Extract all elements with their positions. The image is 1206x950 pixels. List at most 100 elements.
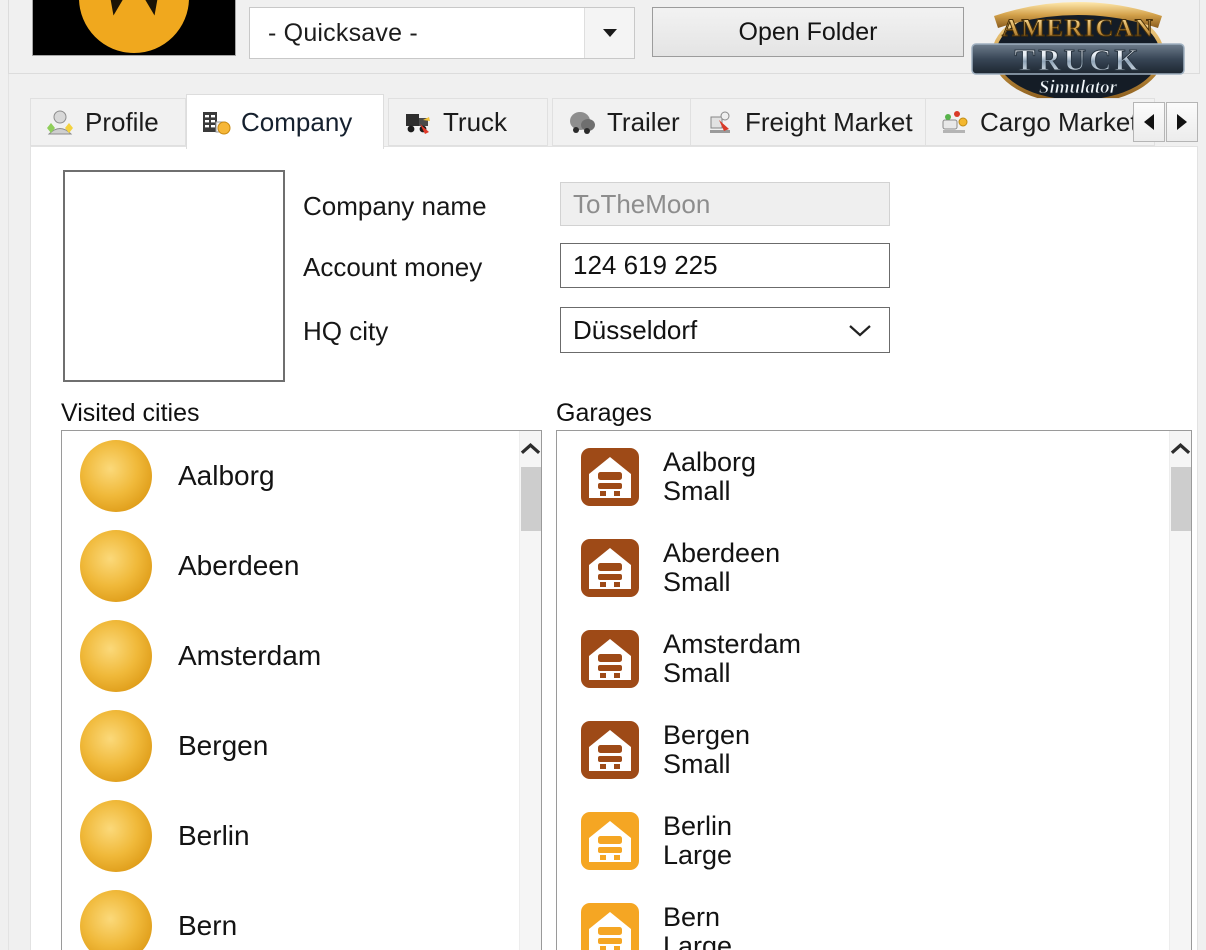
tab-company[interactable]: Company — [186, 94, 384, 149]
visited-cities-title: Visited cities — [61, 399, 200, 428]
list-item[interactable]: Berlin Large — [557, 795, 1169, 886]
tab-profile[interactable]: Profile — [30, 98, 186, 146]
tab-cargo-market-label: Cargo Market — [980, 107, 1138, 138]
scroll-up-button[interactable] — [1170, 431, 1191, 465]
tab-scroll-prev-button[interactable] — [1133, 102, 1165, 142]
company-name-field[interactable]: ToTheMoon — [560, 182, 890, 226]
city-name: Aberdeen — [178, 550, 299, 582]
hq-city-label: HQ city — [303, 316, 388, 347]
garage-size: Large — [663, 932, 732, 950]
chevron-down-icon — [603, 29, 617, 37]
logo-emblem-icon — [97, 0, 171, 17]
hq-city-value: Düsseldorf — [561, 315, 847, 346]
garage-size: Small — [663, 568, 780, 597]
window-left-edge — [0, 0, 9, 950]
list-item[interactable]: Amsterdam — [62, 611, 519, 701]
chevron-up-icon — [1170, 442, 1191, 455]
company-tab-panel: Company name ToTheMoon Account money 124… — [30, 146, 1198, 950]
savegame-select-value: - Quicksave - — [250, 19, 584, 48]
garage-large-icon — [579, 901, 641, 950]
tab-truck-label: Truck — [443, 107, 507, 138]
city-marker-icon — [80, 890, 152, 950]
tab-profile-label: Profile — [85, 107, 159, 138]
arrow-left-icon — [1144, 114, 1154, 130]
list-item[interactable]: Bern — [62, 881, 519, 950]
company-name-value: ToTheMoon — [561, 189, 710, 220]
garages-list: Aalborg Small Aberdeen — [557, 431, 1169, 950]
garages-listbox[interactable]: Aalborg Small Aberdeen — [556, 430, 1192, 950]
account-money-field[interactable]: 124 619 225 — [560, 243, 890, 288]
application-window: - Quicksave - Open Folder AMERICAN TRUC — [0, 0, 1206, 950]
scrollbar-thumb[interactable] — [521, 467, 541, 531]
freight-market-icon — [705, 108, 735, 136]
visited-cities-scrollbar[interactable] — [519, 431, 541, 950]
garage-small-icon — [579, 537, 641, 599]
city-name: Aalborg — [178, 460, 275, 492]
account-money-row: Account money — [303, 252, 482, 283]
garage-city: Amsterdam — [663, 630, 801, 659]
open-folder-button[interactable]: Open Folder — [652, 7, 964, 57]
garage-large-icon — [579, 810, 641, 872]
scroll-up-button[interactable] — [520, 431, 541, 465]
chevron-up-icon — [520, 442, 541, 455]
garage-size: Small — [663, 659, 801, 688]
tab-scroll-next-button[interactable] — [1166, 102, 1198, 142]
window-right-edge — [1200, 0, 1206, 950]
visited-cities-listbox[interactable]: Aalborg Aberdeen Amsterdam Bergen Berlin — [61, 430, 542, 950]
garage-city: Bern — [663, 903, 732, 932]
logo-text-american: AMERICAN — [1002, 15, 1154, 42]
company-name-label: Company name — [303, 191, 487, 222]
list-item[interactable]: Bergen Small — [557, 704, 1169, 795]
list-item[interactable]: Bergen — [62, 701, 519, 791]
tab-truck[interactable]: Truck — [388, 98, 548, 146]
account-money-value: 124 619 225 — [561, 250, 718, 281]
truck-icon — [403, 108, 433, 136]
garage-small-icon — [579, 628, 641, 690]
arrow-right-icon — [1177, 114, 1187, 130]
tab-freight-market-label: Freight Market — [745, 107, 913, 138]
garages-title: Garages — [556, 399, 652, 428]
garage-small-icon — [579, 446, 641, 508]
trailer-icon — [567, 108, 597, 136]
city-marker-icon — [80, 620, 152, 692]
list-item[interactable]: Aalborg Small — [557, 431, 1169, 522]
tab-freight-market[interactable]: Freight Market — [690, 98, 955, 146]
visited-cities-list: Aalborg Aberdeen Amsterdam Bergen Berlin — [62, 431, 519, 950]
garage-city: Aalborg — [663, 448, 756, 477]
garage-city: Aberdeen — [663, 539, 780, 568]
hq-city-combobox[interactable]: Düsseldorf — [560, 307, 890, 353]
list-item[interactable]: Amsterdam Small — [557, 613, 1169, 704]
savegame-select-arrow[interactable] — [584, 8, 634, 58]
tab-company-label: Company — [241, 107, 352, 138]
tab-scroll-buttons — [1132, 102, 1198, 142]
garage-size: Small — [663, 477, 756, 506]
game-logo-thumbnail — [32, 0, 236, 56]
list-item[interactable]: Aberdeen — [62, 521, 519, 611]
savegame-select[interactable]: - Quicksave - — [249, 7, 635, 59]
garage-city: Bergen — [663, 721, 750, 750]
cargo-market-icon — [940, 108, 970, 136]
city-name: Amsterdam — [178, 640, 321, 672]
company-icon — [201, 108, 231, 136]
garage-small-icon — [579, 719, 641, 781]
list-item[interactable]: Aberdeen Small — [557, 522, 1169, 613]
garage-size: Small — [663, 750, 750, 779]
tab-cargo-market[interactable]: Cargo Market — [925, 98, 1155, 146]
list-item[interactable]: Aalborg — [62, 431, 519, 521]
company-name-row: Company name — [303, 191, 487, 222]
logo-text-truck: TRUCK — [1015, 42, 1142, 77]
profile-icon — [45, 108, 75, 136]
city-marker-icon — [80, 710, 152, 782]
hq-city-row: HQ city — [303, 316, 388, 347]
list-item[interactable]: Bern Large — [557, 886, 1169, 950]
company-logo-preview[interactable] — [63, 170, 285, 382]
city-name: Berlin — [178, 820, 250, 852]
garage-city: Berlin — [663, 812, 732, 841]
scrollbar-thumb[interactable] — [1171, 467, 1191, 531]
city-marker-icon — [80, 440, 152, 512]
list-item[interactable]: Berlin — [62, 791, 519, 881]
chevron-down-icon — [847, 322, 873, 338]
city-marker-icon — [80, 800, 152, 872]
garages-scrollbar[interactable] — [1169, 431, 1191, 950]
tab-trailer-label: Trailer — [607, 107, 680, 138]
